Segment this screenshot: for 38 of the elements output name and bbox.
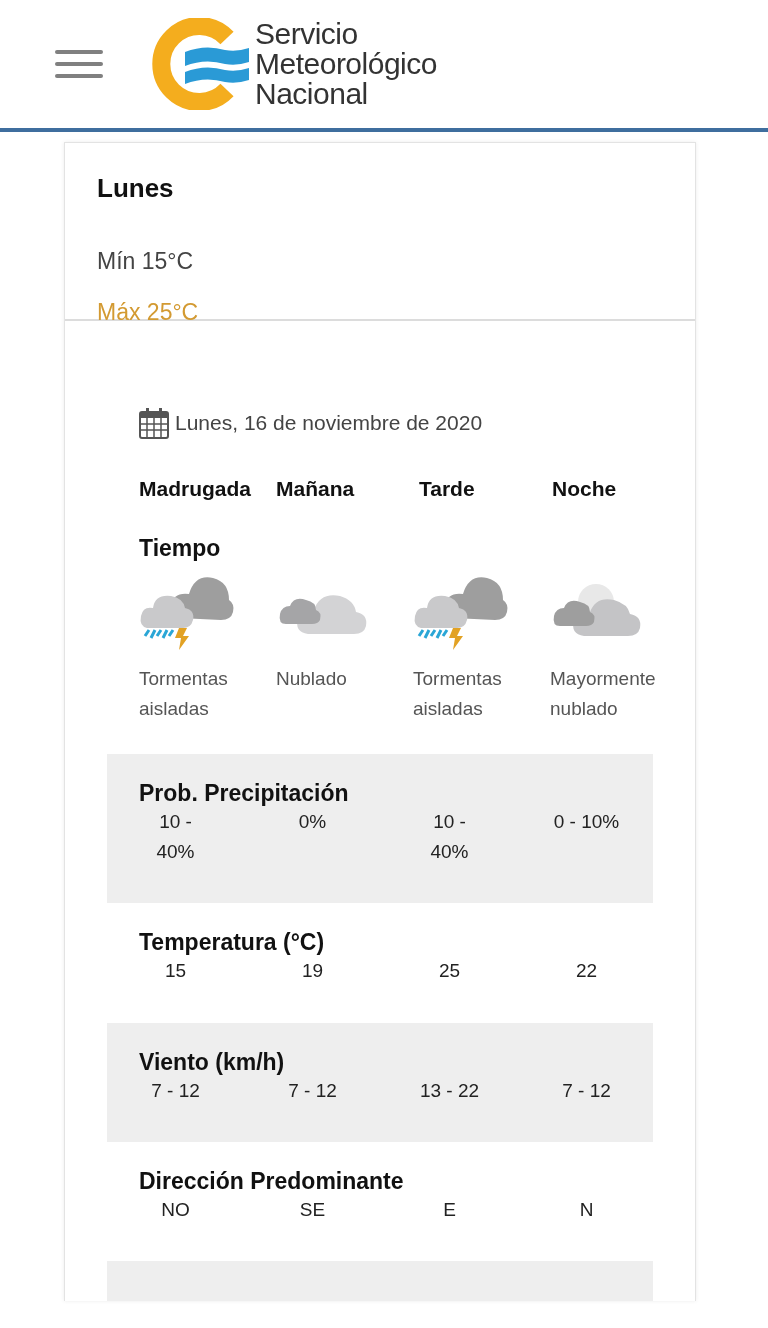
period-heading: Mañana [276, 477, 355, 501]
forecast-date: Lunes, 16 de noviembre de 2020 [175, 411, 483, 435]
table-cell-text: 7 - 12 [288, 1079, 337, 1103]
period-heading: Noche [552, 477, 617, 501]
table-cell-text: 10 - 40% [155, 810, 196, 864]
day-title: Lunes [97, 173, 174, 204]
max-temperature: Máx 25°C [97, 299, 199, 326]
table-cell-text: NO [161, 1198, 190, 1222]
section-title: Tiempo [139, 535, 221, 562]
row-title: Temperatura (°C) [139, 929, 325, 956]
calendar-icon [139, 407, 169, 439]
table-cell-text: SE [299, 1198, 326, 1222]
table-cell-text: 15 [164, 959, 187, 983]
logo-text: Meteorológico [255, 49, 437, 79]
table-cell-text: 0 - 10% [553, 810, 620, 834]
table-cell-text: N [579, 1198, 594, 1222]
min-temperature: Mín 15°C [97, 248, 194, 275]
table-cell-text: 0% [298, 810, 327, 834]
weather-description: Mayormente nublado [550, 667, 657, 721]
row-title: Prob. Precipitación [139, 780, 349, 807]
period-heading: Tarde [419, 477, 475, 501]
weather-description: Tormentas aisladas [413, 667, 503, 721]
table-cell-text: 22 [575, 959, 598, 983]
table-cell-text: 13 - 22 [419, 1079, 480, 1103]
table-cell-text: 19 [301, 959, 324, 983]
weather-description: Tormentas aisladas [139, 667, 229, 721]
table-cell-text: 10 - 40% [429, 810, 470, 864]
period-heading: Madrugada [139, 477, 251, 501]
table-cell-text: 7 - 12 [151, 1079, 200, 1103]
table-cell-text: E [443, 1198, 456, 1222]
row-title: Dirección Predominante [139, 1168, 404, 1195]
logo-text: Nacional [255, 79, 368, 109]
menu-button[interactable] [55, 48, 103, 80]
table-cell-text: 7 - 12 [562, 1079, 611, 1103]
logo-text: Servicio [255, 19, 359, 49]
table-cell-text: 25 [438, 959, 461, 983]
row-title: Viento (km/h) [139, 1049, 285, 1076]
weather-description: Nublado [276, 667, 348, 691]
